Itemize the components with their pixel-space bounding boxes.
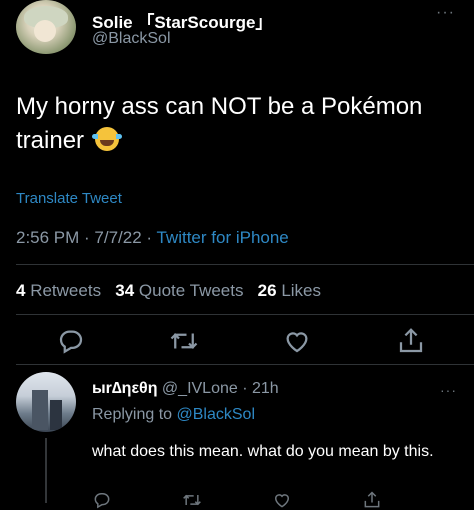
reply-reply-icon[interactable]	[92, 490, 112, 510]
share-icon[interactable]	[396, 326, 426, 356]
tweet-text: My horny ass can NOT be a Pokémon traine…	[16, 90, 466, 158]
tweet-text-line2: trainer	[16, 127, 85, 154]
reply-handle-time[interactable]: @_IVLone · 21h	[162, 380, 279, 397]
retweets-count: 4	[16, 281, 26, 300]
likes-count: 26	[257, 281, 277, 300]
retweets-label: Retweets	[30, 281, 102, 300]
reply-author-avatar[interactable]	[16, 372, 76, 432]
translate-tweet-link[interactable]: Translate Tweet	[16, 190, 122, 207]
tweet-timestamp: 2:56 PM · 7/7/22 · Twitter for iPhone	[16, 228, 289, 248]
avatar-face	[34, 20, 56, 42]
reply-author: ыr∆ηεθη @_IVLone · 21h	[92, 380, 279, 398]
quotes-label: Quote Tweets	[138, 281, 244, 300]
replying-mention-link[interactable]: @BlackSol	[177, 406, 256, 423]
reply-retweet-icon[interactable]	[182, 490, 202, 510]
tweet-time[interactable]: 2:56 PM · 7/7/22 ·	[16, 228, 156, 247]
laughing-emoji-icon	[91, 127, 122, 151]
tweet-text-line1: My horny ass can NOT be a Pokémon	[16, 93, 423, 120]
reply-icon[interactable]	[56, 326, 86, 356]
avatar-building	[32, 390, 48, 430]
tweet-source-link[interactable]: Twitter for iPhone	[156, 228, 288, 247]
divider	[16, 264, 474, 265]
retweet-icon[interactable]	[168, 326, 200, 356]
reply-text: what does this mean. what do you mean by…	[92, 443, 434, 460]
reply-more-options-icon[interactable]: ···	[440, 382, 457, 398]
author-avatar[interactable]	[16, 0, 76, 54]
thread-line	[45, 438, 47, 503]
retweets-stat[interactable]: 4 Retweets	[16, 281, 101, 300]
likes-stat[interactable]: 26 Likes	[258, 281, 321, 300]
divider	[16, 314, 474, 315]
reply-share-icon[interactable]	[362, 490, 382, 510]
replying-prefix: Replying to	[92, 406, 177, 423]
avatar-building	[50, 400, 62, 430]
quote-tweets-stat[interactable]: 34 Quote Tweets	[115, 281, 243, 300]
quotes-count: 34	[115, 281, 135, 300]
tweet-stats: 4 Retweets 34 Quote Tweets 26 Likes	[16, 281, 321, 301]
divider	[16, 364, 474, 365]
reply-like-icon[interactable]	[272, 490, 292, 510]
author-handle[interactable]: @BlackSol	[92, 30, 171, 48]
like-icon[interactable]	[282, 326, 312, 356]
reply-author-name[interactable]: ыr∆ηεθη	[92, 380, 157, 397]
likes-label: Likes	[281, 281, 322, 300]
more-options-icon[interactable]: ···	[436, 4, 455, 22]
replying-to: Replying to @BlackSol	[92, 406, 255, 424]
